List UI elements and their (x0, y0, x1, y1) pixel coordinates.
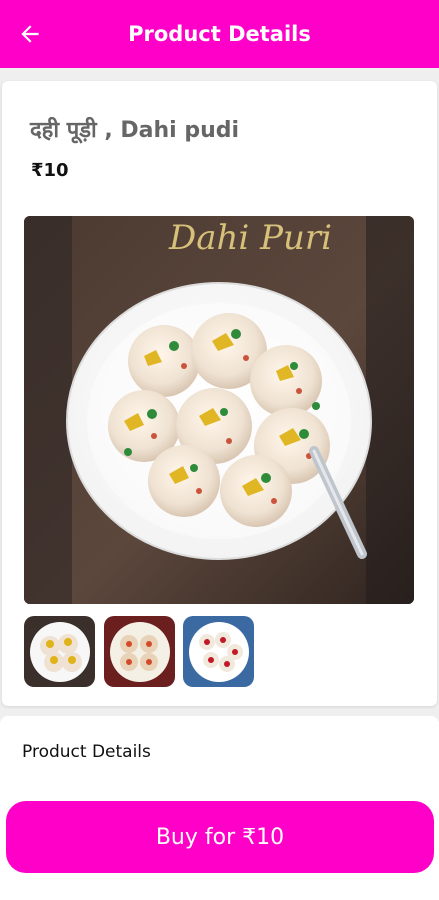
product-price: ₹10 (31, 160, 69, 181)
image-caption: Dahi Puri (168, 218, 332, 258)
buy-button[interactable]: Buy for ₹10 (6, 801, 434, 873)
thumbnail-3-image (183, 616, 254, 687)
buy-button-label: Buy for ₹10 (155, 824, 285, 850)
thumbnail-3[interactable] (183, 616, 254, 687)
product-main-image: Dahi Puri (24, 216, 414, 604)
thumbnail-2[interactable] (104, 616, 175, 687)
thumbnail-1-image (24, 616, 95, 687)
page-title: Product Details (128, 22, 311, 46)
product-name: दही पूड़ी , Dahi pudi (30, 118, 240, 143)
dahi-puri-photo: Dahi Puri (24, 216, 414, 604)
app-bar: Product Details (0, 0, 439, 68)
thumbnail-2-image (104, 616, 175, 687)
thumbnail-1[interactable] (24, 616, 95, 687)
product-details-title: Product Details (22, 742, 151, 762)
